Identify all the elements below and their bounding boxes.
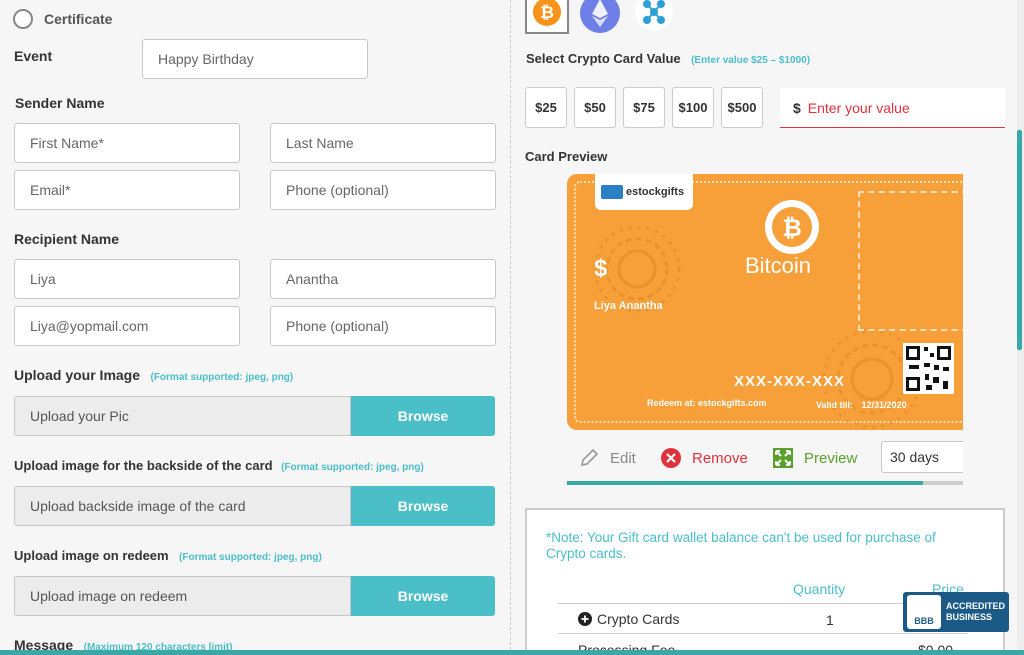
value-note: (Enter value $25 – $1000)	[691, 55, 811, 66]
wallet-note: *Note: Your Gift card wallet balance can…	[546, 530, 936, 561]
amount-500-button[interactable]: $500	[721, 87, 763, 128]
card-brand: estockgifts	[626, 186, 685, 198]
bbb-logo-icon: BBB	[907, 595, 941, 629]
col-quantity-header: Quantity	[793, 581, 846, 597]
edit-label: Edit	[610, 449, 636, 467]
card-dollar: $	[594, 255, 608, 282]
validity-select[interactable]: 30 days	[881, 441, 963, 473]
upload-back-label: Upload image for the backside of the car…	[14, 458, 273, 473]
browse-image-button[interactable]: Browse	[351, 396, 495, 436]
upload-redeem-field[interactable]: Upload image on redeem	[14, 576, 351, 616]
card-redeem-text: Redeem at: estockgifts.com	[647, 398, 767, 408]
value-label: Select Crypto Card Value	[526, 51, 681, 66]
bbb-text: ACCREDITED BUSINESS	[946, 601, 1005, 623]
table-row-crypto: Crypto Cards	[578, 611, 679, 627]
recipient-last-name-input[interactable]: Anantha	[270, 259, 496, 299]
bbb-logo-text: BBB	[914, 616, 934, 626]
coin-option-bitcoin[interactable]: ₿	[525, 0, 569, 34]
row-crypto-qty: 1	[826, 612, 834, 628]
table-row-line	[558, 633, 968, 634]
card-bitcoin-logo-icon: ₿	[765, 200, 819, 254]
certificate-radio[interactable]	[13, 9, 33, 29]
card-progress-fill	[567, 481, 924, 485]
coin-option-ethereum[interactable]	[579, 0, 621, 34]
sender-heading: Sender Name	[15, 95, 105, 111]
row-crypto-label: Crypto Cards	[597, 611, 680, 627]
column-divider	[510, 0, 511, 655]
upload-redeem-note: (Format supported: jpeg, png)	[179, 552, 322, 563]
card-preview-label: Card Preview	[525, 149, 608, 164]
recipient-heading: Recipient Name	[14, 231, 120, 247]
bitcoin-icon: ₿	[533, 0, 561, 26]
recipient-phone-input[interactable]: Phone (optional)	[270, 306, 496, 346]
plus-circle-icon[interactable]	[578, 612, 592, 626]
amount-25-button[interactable]: $25	[525, 87, 567, 128]
remove-label: Remove	[692, 449, 748, 467]
browse-back-button[interactable]: Browse	[351, 486, 495, 526]
value-heading: Select Crypto Card Value (Enter value $2…	[526, 50, 810, 68]
sender-email-input[interactable]: Email*	[14, 170, 240, 210]
pencil-icon	[580, 448, 599, 467]
custom-value-placeholder: Enter your value	[807, 99, 910, 116]
ripple-icon	[635, 0, 673, 31]
upload-image-label: Upload your Image	[14, 367, 141, 383]
custom-value-currency: $	[793, 99, 801, 116]
upload-redeem-heading: Upload image on redeem (Format supported…	[14, 547, 322, 565]
amount-50-button[interactable]: $50	[574, 87, 616, 128]
card-logo-tab: estockgifts	[595, 174, 693, 210]
event-label: Event	[14, 48, 53, 64]
upload-back-heading: Upload image for the backside of the car…	[14, 457, 424, 475]
amount-75-button[interactable]: $75	[623, 87, 665, 128]
svg-text:₿: ₿	[782, 215, 802, 242]
preview-label: Preview	[804, 449, 858, 467]
sender-first-name-input[interactable]: First Name*	[14, 123, 240, 163]
bbb-line1: ACCREDITED	[946, 601, 1006, 611]
certificate-label: Certificate	[44, 11, 113, 27]
svg-text:₿: ₿	[540, 3, 554, 22]
sender-phone-input[interactable]: Phone (optional)	[270, 170, 496, 210]
preview-button[interactable]: Preview	[772, 447, 857, 469]
browse-redeem-button[interactable]: Browse	[351, 576, 495, 616]
sender-last-name-input[interactable]: Last Name	[270, 123, 496, 163]
bbb-line2: BUSINESS	[946, 612, 993, 622]
upload-image-heading: Upload your Image (Format supported: jpe…	[14, 367, 293, 385]
remove-button[interactable]: Remove	[660, 447, 748, 469]
scrollbar-track[interactable]	[1017, 0, 1024, 655]
close-circle-icon	[661, 448, 681, 468]
card-image-placeholder	[858, 191, 963, 331]
estockgifts-logo-icon	[601, 185, 623, 199]
gift-card-preview: estockgifts ₿ Bitcoin $ Liya Anantha XXX…	[567, 174, 963, 430]
event-input[interactable]: Happy Birthday	[142, 39, 368, 79]
upload-back-field[interactable]: Upload backside image of the card	[14, 486, 351, 526]
card-valid-label: Valid till:	[816, 400, 854, 410]
ethereum-icon	[580, 0, 620, 33]
card-recipient: Liya Anantha	[594, 300, 663, 312]
card-valid: Valid till: 12/31/2020	[816, 400, 907, 410]
upload-redeem-label: Upload image on redeem	[14, 548, 169, 563]
upload-back-note: (Format supported: jpeg, png)	[281, 462, 424, 473]
scrollbar-thumb[interactable]	[1017, 130, 1022, 350]
upload-image-field[interactable]: Upload your Pic	[14, 396, 351, 436]
custom-value-input[interactable]: $ Enter your value	[780, 88, 1005, 128]
edit-button[interactable]: Edit	[578, 447, 636, 469]
card-valid-date: 12/31/2020	[861, 400, 907, 410]
recipient-email-input[interactable]: Liya@yopmail.com	[14, 306, 240, 346]
upload-image-note: (Format supported: jpeg, png)	[150, 372, 294, 383]
card-qr-code	[903, 343, 954, 394]
coin-option-ripple[interactable]	[634, 0, 674, 32]
card-progress-track	[567, 481, 963, 485]
bbb-badge[interactable]: BBB ACCREDITED BUSINESS	[903, 592, 1009, 632]
card-coin-name: Bitcoin	[745, 253, 812, 278]
recipient-first-name-input[interactable]: Liya	[14, 259, 240, 299]
amount-100-button[interactable]: $100	[672, 87, 714, 128]
expand-icon	[773, 448, 793, 468]
bottom-accent-bar	[0, 650, 1024, 655]
card-code: XXX-XXX-XXX	[734, 373, 846, 390]
